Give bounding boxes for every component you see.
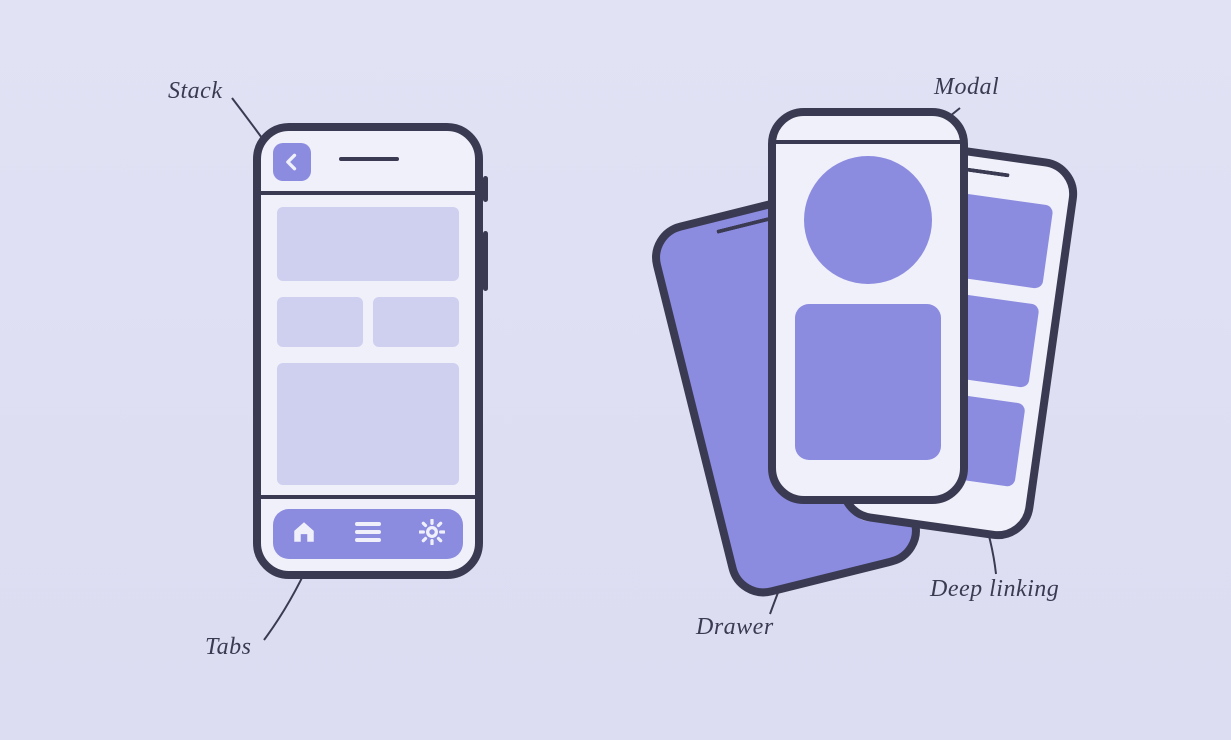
status-bar (776, 116, 960, 144)
content-block (277, 363, 459, 485)
content-block (277, 297, 363, 347)
phone-stack-tabs (253, 123, 483, 579)
back-button[interactable] (273, 143, 311, 181)
phone-header (261, 131, 475, 195)
tab-settings[interactable] (419, 519, 445, 550)
content-block (277, 207, 459, 281)
tab-bar (273, 509, 463, 559)
phone-content (261, 195, 475, 499)
label-drawer: Drawer (696, 614, 774, 641)
home-icon (291, 519, 317, 545)
menu-icon (354, 521, 382, 543)
tab-home[interactable] (291, 519, 317, 550)
tab-bar-area (261, 495, 475, 571)
navigation-patterns-diagram: Stack Tabs Modal Drawer Deep linking (0, 0, 1231, 740)
gear-icon (419, 519, 445, 545)
label-modal: Modal (934, 74, 999, 101)
label-deep-linking: Deep linking (930, 576, 1059, 603)
chevron-left-icon (282, 152, 302, 172)
modal-circle-shape (804, 156, 932, 284)
label-tabs: Tabs (205, 634, 251, 661)
modal-square-shape (795, 304, 941, 460)
content-block (373, 297, 459, 347)
label-stack: Stack (168, 78, 222, 105)
tab-menu[interactable] (354, 521, 382, 548)
phone-modal (768, 108, 968, 504)
speaker-slot (339, 157, 399, 161)
